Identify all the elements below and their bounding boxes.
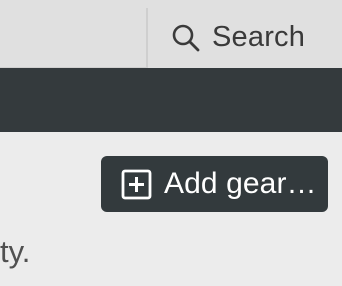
plus-square-icon xyxy=(121,169,152,199)
top-bar: Search xyxy=(0,0,342,68)
search-icon xyxy=(172,24,200,52)
search-button[interactable]: Search xyxy=(146,8,342,68)
main-content: Add gear… ty. xyxy=(0,132,342,286)
search-label: Search xyxy=(212,21,306,53)
add-gear-label: Add gear… xyxy=(164,167,317,200)
navigation-bar xyxy=(0,68,342,132)
add-gear-button[interactable]: Add gear… xyxy=(101,156,328,212)
partial-body-text: ty. xyxy=(0,234,31,269)
app-window: Search Add gear… ty. xyxy=(0,0,342,286)
